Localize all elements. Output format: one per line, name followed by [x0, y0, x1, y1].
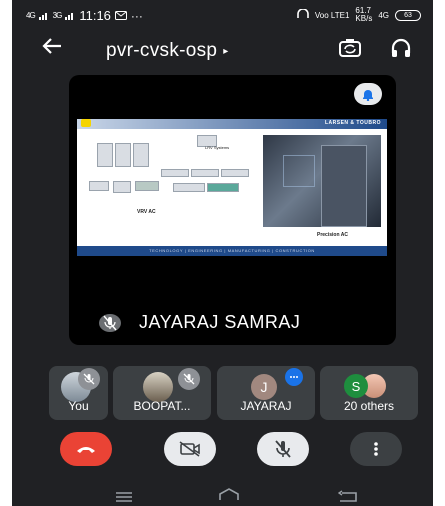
more-vert-icon	[374, 442, 378, 456]
outdoor-unit	[133, 143, 149, 167]
slide-footer: TECHNOLOGY | ENGINEERING | MANUFACTURING…	[77, 246, 387, 256]
indoor-unit	[207, 183, 239, 192]
signal-1: 4G	[26, 11, 36, 20]
avatar	[143, 372, 173, 402]
system-nav-bar	[12, 486, 433, 506]
camera-switch-button[interactable]	[338, 37, 362, 64]
speed-readout: 61.7 KB/s	[355, 7, 372, 23]
participant-label: 20 others	[343, 399, 395, 413]
avatar-initial: J	[260, 379, 268, 395]
indoor-unit	[161, 169, 189, 177]
camera-switch-icon	[339, 39, 361, 57]
mic-off-icon	[275, 440, 291, 458]
bell-icon	[363, 90, 373, 101]
slide-label-right: Precision AC	[317, 232, 348, 238]
precision-ac-image	[263, 135, 381, 227]
participant-tile-others[interactable]: S 20 others	[320, 366, 418, 420]
indoor-unit	[89, 181, 109, 191]
shared-slide: LARSEN & TOUBRO LRV Systems VRV AC Preci…	[77, 119, 387, 256]
mic-toggle-button[interactable]	[257, 432, 309, 466]
home-button[interactable]	[218, 488, 240, 506]
presentation-tile[interactable]: LARSEN & TOUBRO LRV Systems VRV AC Preci…	[69, 75, 396, 345]
indoor-unit	[191, 169, 219, 177]
camera-toggle-button[interactable]	[164, 432, 216, 466]
network-type: 4G	[378, 10, 389, 20]
headphones-icon	[391, 38, 411, 57]
mic-off-icon	[78, 368, 100, 390]
signal-2: 3G	[52, 11, 63, 20]
participant-tile-jayaraj[interactable]: J JAYARAJ	[217, 366, 315, 420]
slide-brand: LARSEN & TOUBRO	[324, 120, 381, 126]
indoor-unit	[113, 181, 131, 193]
slide-logo	[81, 119, 91, 127]
signal-bars-icon	[38, 9, 49, 23]
notification-button[interactable]	[354, 83, 382, 105]
status-time: 11:16	[79, 8, 111, 23]
participant-tile-boopat[interactable]: BOOPAT...	[113, 366, 211, 420]
back-arrow-icon	[42, 38, 61, 54]
indoor-unit	[135, 181, 159, 191]
recents-button[interactable]	[114, 490, 134, 506]
menu-icon	[116, 492, 132, 502]
battery-level: 63	[404, 11, 412, 19]
outdoor-unit	[115, 143, 131, 167]
meeting-details-button[interactable]: pvr-cvsk-osp ▸	[106, 40, 228, 62]
participant-label: You	[68, 399, 89, 413]
indoor-unit	[221, 169, 249, 177]
camera-off-icon	[179, 441, 200, 457]
network-label: Voo LTE1	[314, 10, 350, 20]
speaking-indicator-icon	[285, 368, 303, 386]
signal-bars-icon-2	[65, 9, 75, 23]
outdoor-unit	[97, 143, 113, 167]
avatar: J	[251, 374, 277, 400]
message-icon	[114, 9, 127, 23]
participant-label: BOOPAT...	[133, 399, 191, 413]
status-more: ···	[130, 8, 143, 23]
avatar-initial: S	[351, 378, 361, 394]
wireframe	[283, 155, 315, 187]
speed-unit: KB/s	[355, 14, 373, 23]
status-bar: 4G 3G 11:16 ··· Voo LTE1 61.7 KB/s 4G 63	[12, 0, 433, 28]
participant-tile-you[interactable]: You	[49, 366, 108, 420]
home-icon	[219, 488, 239, 500]
mic-off-icon	[178, 368, 200, 390]
audio-output-button[interactable]	[390, 37, 412, 64]
meet-screen: 4G 3G 11:16 ··· Voo LTE1 61.7 KB/s 4G 63…	[12, 0, 433, 506]
slide-label-small: LRV Systems	[205, 145, 230, 150]
back-nav-button[interactable]	[337, 489, 358, 506]
avatar: S	[344, 374, 368, 398]
status-right: Voo LTE1 61.7 KB/s 4G 63	[297, 7, 421, 23]
end-call-icon	[77, 447, 95, 453]
precision-ac-cabinet	[321, 145, 367, 227]
more-options-button[interactable]	[350, 432, 402, 466]
top-bar: pvr-cvsk-osp ▸	[12, 32, 433, 68]
mic-off-icon	[99, 313, 121, 338]
meeting-title: pvr-cvsk-osp	[106, 40, 218, 61]
headset-status-icon	[297, 8, 309, 21]
speaker-name: JAYARAJ SAMRAJ	[139, 312, 301, 332]
back-button[interactable]	[42, 36, 62, 60]
battery-icon: 63	[395, 9, 421, 21]
back-nav-icon	[337, 490, 357, 502]
status-left: 4G 3G 11:16 ···	[26, 8, 143, 23]
speaker-bar: JAYARAJ SAMRAJ	[69, 301, 396, 345]
indoor-unit	[173, 183, 205, 192]
slide-label-left: VRV AC	[137, 209, 156, 215]
end-call-button[interactable]	[60, 432, 112, 466]
title-arrow-icon: ▸	[223, 45, 229, 57]
participant-label: JAYARAJ	[240, 399, 292, 413]
